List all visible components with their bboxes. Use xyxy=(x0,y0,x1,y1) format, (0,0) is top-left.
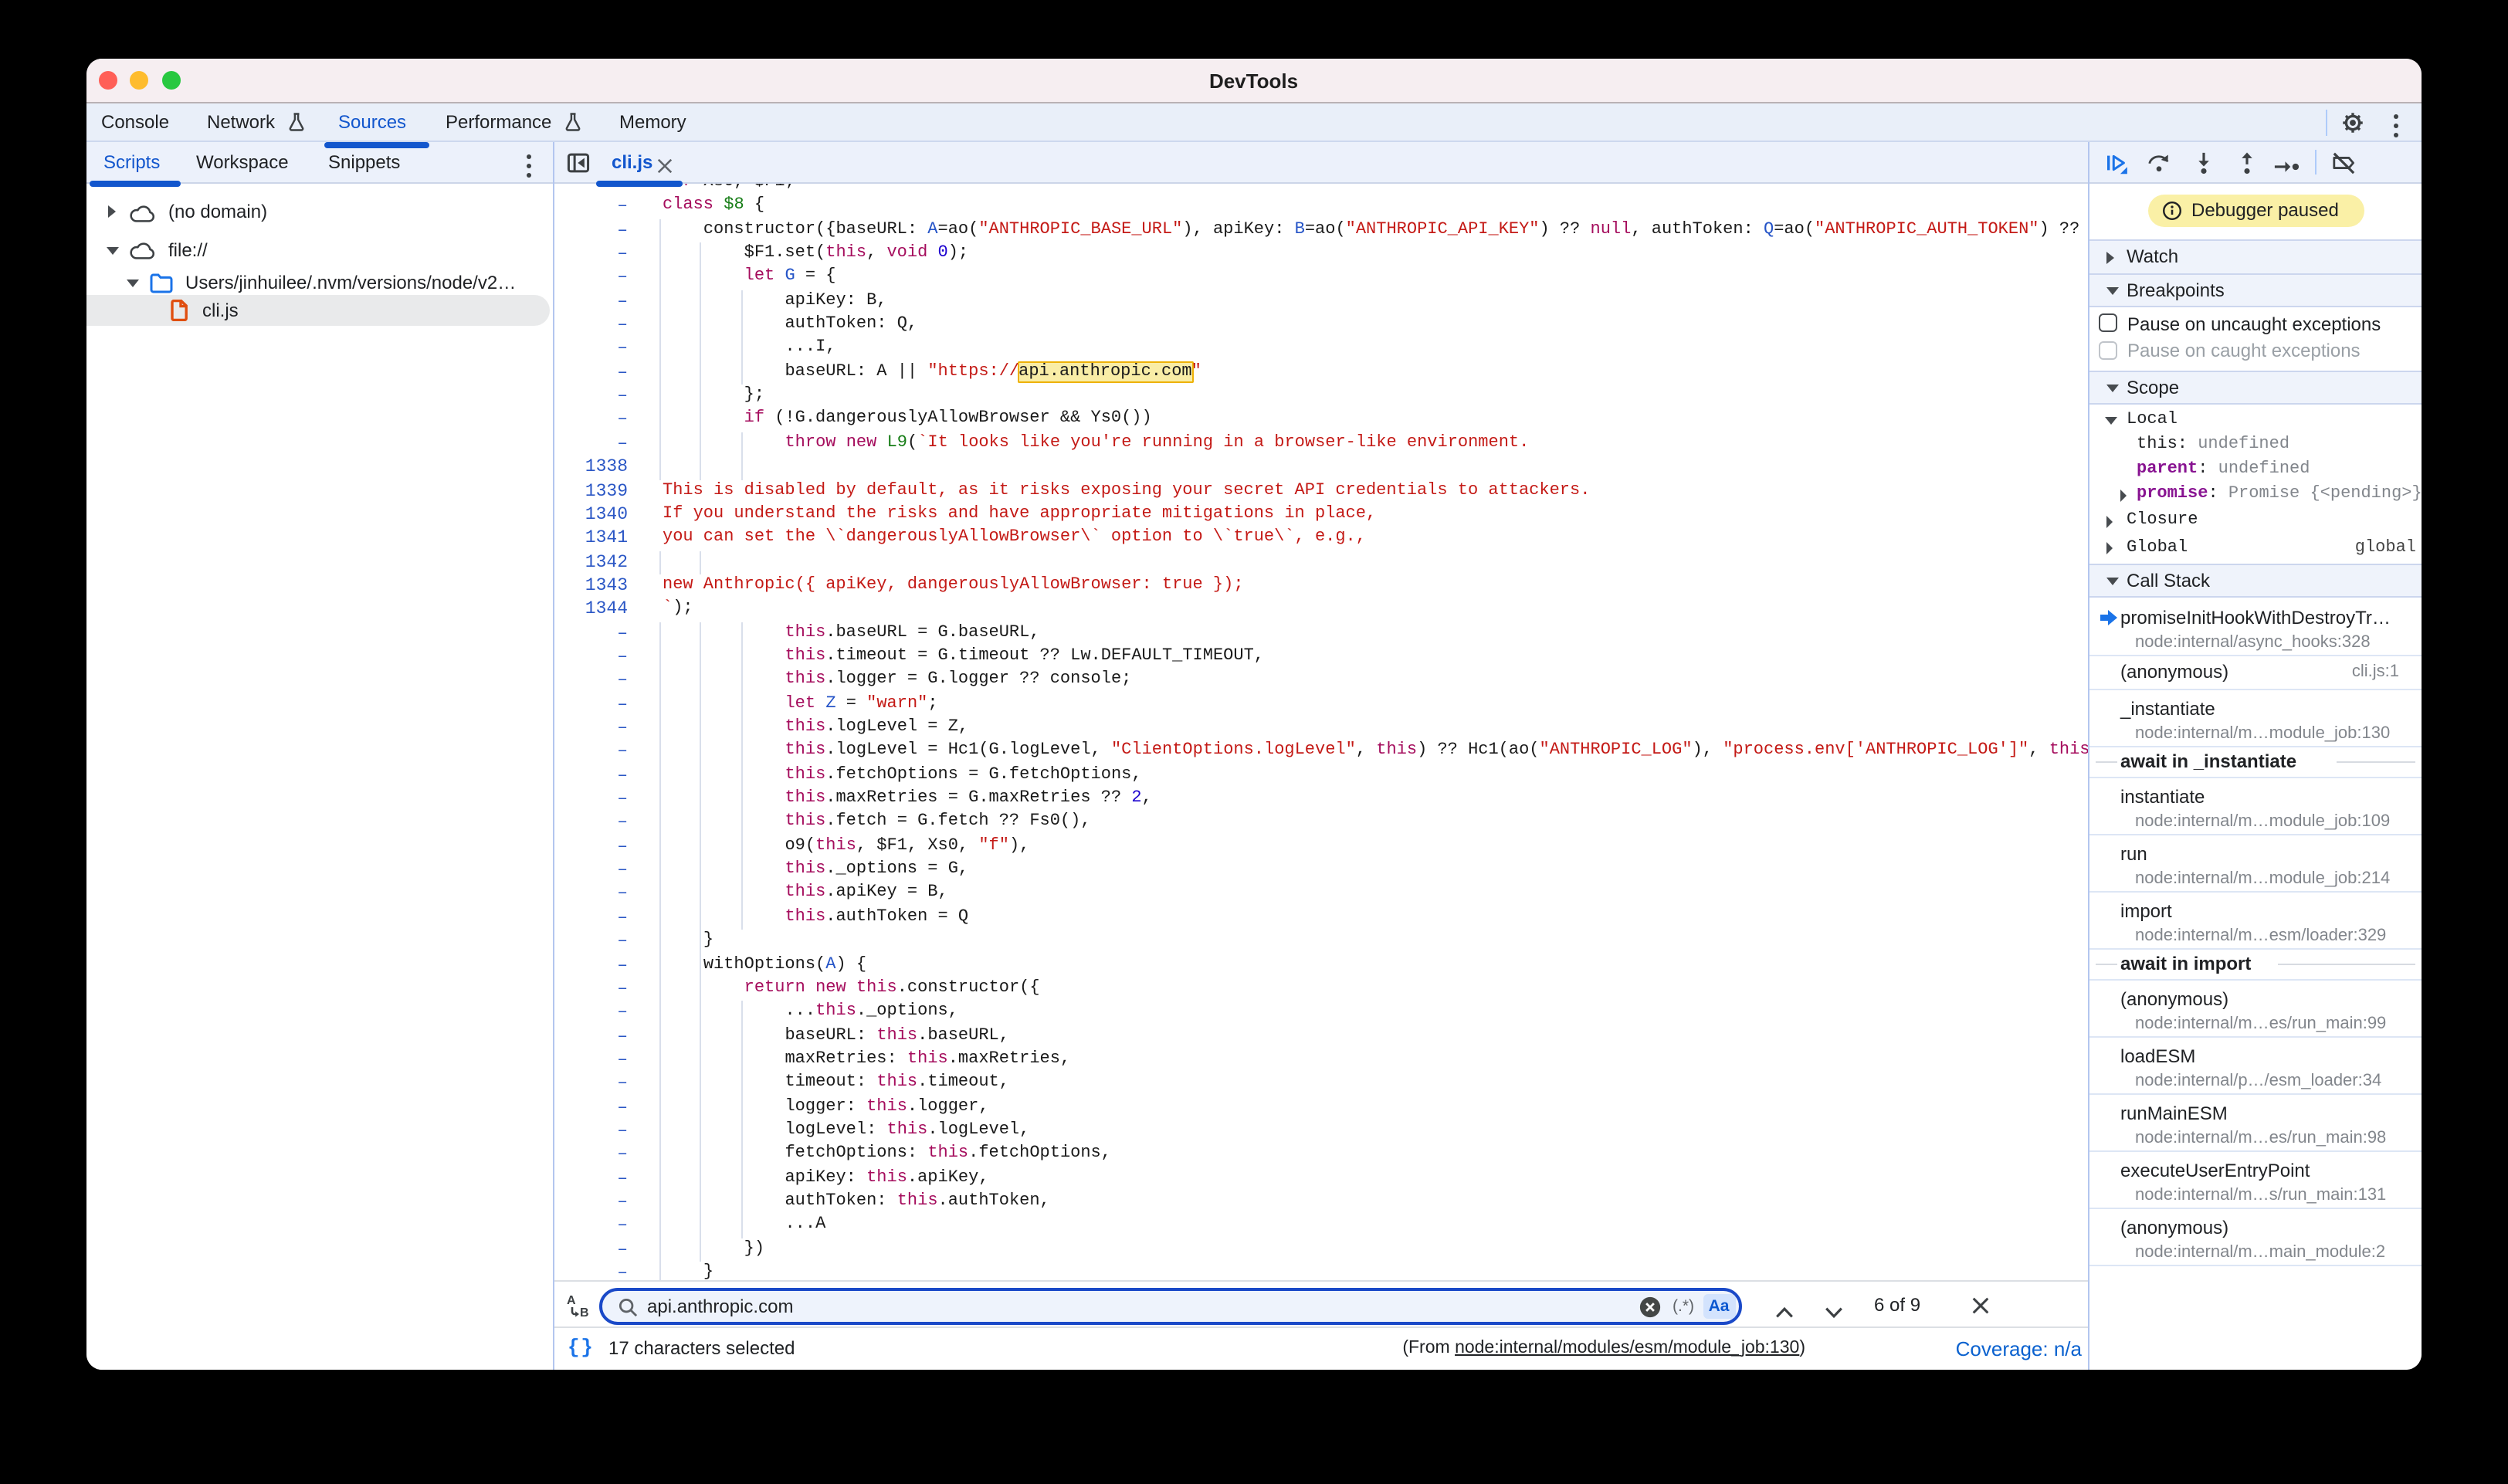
svg-text:B: B xyxy=(579,1306,588,1319)
svg-text:A: A xyxy=(566,1294,575,1307)
